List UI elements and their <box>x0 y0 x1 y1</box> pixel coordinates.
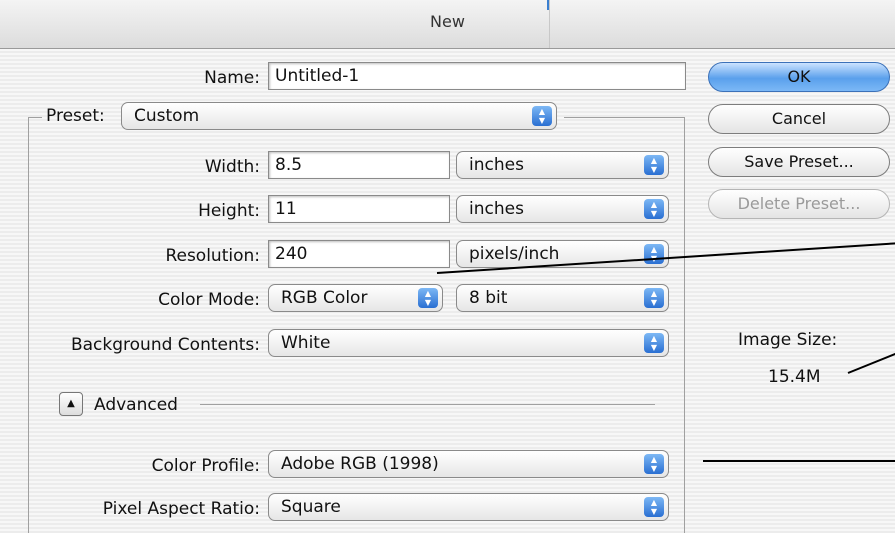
advanced-divider <box>200 404 655 405</box>
color-mode-popup[interactable]: RGB Color ▲ ▼ <box>268 284 443 312</box>
preset-group-top-right <box>564 117 684 118</box>
height-unit-value: inches <box>469 199 524 219</box>
name-field[interactable]: Untitled-1 <box>268 62 686 90</box>
save-preset-button[interactable]: Save Preset... <box>708 147 890 177</box>
color-profile-label: Color Profile: <box>151 456 260 476</box>
triangle-up-icon: ▲ <box>67 398 75 409</box>
up-down-arrows-icon: ▲▼ <box>644 244 664 264</box>
pixel-aspect-ratio-value: Square <box>281 497 341 517</box>
preset-group-right <box>684 117 685 533</box>
cancel-button[interactable]: Cancel <box>708 104 890 134</box>
resolution-field[interactable]: 240 <box>268 240 450 268</box>
width-field[interactable]: 8.5 <box>268 151 450 179</box>
delete-preset-button[interactable]: Delete Preset... <box>708 189 890 219</box>
ok-button[interactable]: OK <box>708 62 890 92</box>
advanced-label: Advanced <box>94 395 178 415</box>
up-down-arrows-icon: ▲▼ <box>644 497 664 517</box>
image-size-value: 15.4M <box>768 367 821 387</box>
advanced-disclosure-button[interactable]: ▲ <box>59 392 83 416</box>
color-profile-value: Adobe RGB (1998) <box>281 454 439 474</box>
height-label: Height: <box>198 201 260 221</box>
up-down-arrows-icon: ▲▼ <box>644 288 664 308</box>
color-mode-value: RGB Color <box>281 288 368 308</box>
color-mode-label: Color Mode: <box>158 290 260 310</box>
preset-popup[interactable]: Custom ▲ ▼ <box>121 102 557 130</box>
up-down-arrows-icon: ▲▼ <box>644 199 664 219</box>
width-unit-value: inches <box>469 155 524 175</box>
width-label: Width: <box>204 157 260 177</box>
preset-group-top-left <box>28 117 42 118</box>
background-contents-popup[interactable]: White ▲ ▼ <box>268 329 669 357</box>
width-unit-popup[interactable]: inches ▲ ▼ <box>456 151 669 179</box>
height-unit-popup[interactable]: inches ▲ ▼ <box>456 195 669 223</box>
title-bar-marker <box>547 0 549 10</box>
background-contents-label: Background Contents: <box>70 335 260 355</box>
preset-group-left <box>28 117 29 533</box>
bit-depth-value: 8 bit <box>469 288 508 308</box>
color-profile-popup[interactable]: Adobe RGB (1998) ▲ ▼ <box>268 450 669 478</box>
up-down-arrows-icon: ▲▼ <box>644 454 664 474</box>
window-title: New <box>430 12 465 31</box>
height-field[interactable]: 11 <box>268 195 450 223</box>
name-label: Name: <box>204 68 260 88</box>
bit-depth-popup[interactable]: 8 bit ▲ ▼ <box>456 284 669 312</box>
pixel-aspect-ratio-popup[interactable]: Square ▲ ▼ <box>268 493 669 521</box>
up-down-arrows-icon: ▲▼ <box>644 155 664 175</box>
up-down-arrows-icon: ▲▼ <box>418 288 438 308</box>
preset-value: Custom <box>134 106 200 126</box>
annotation-line-image-size <box>847 352 895 374</box>
up-down-arrows-icon: ▲▼ <box>532 106 552 126</box>
up-down-arrows-icon: ▲▼ <box>644 333 664 353</box>
pixel-aspect-ratio-label: Pixel Aspect Ratio: <box>102 499 260 519</box>
annotation-line-color-profile <box>703 460 895 462</box>
preset-label: Preset: <box>46 106 105 126</box>
title-bar-divider <box>549 0 550 48</box>
background-contents-value: White <box>281 333 331 353</box>
image-size-label: Image Size: <box>738 330 838 350</box>
title-bar: New <box>0 0 895 49</box>
resolution-label: Resolution: <box>165 246 260 266</box>
resolution-unit-value: pixels/inch <box>469 244 560 264</box>
